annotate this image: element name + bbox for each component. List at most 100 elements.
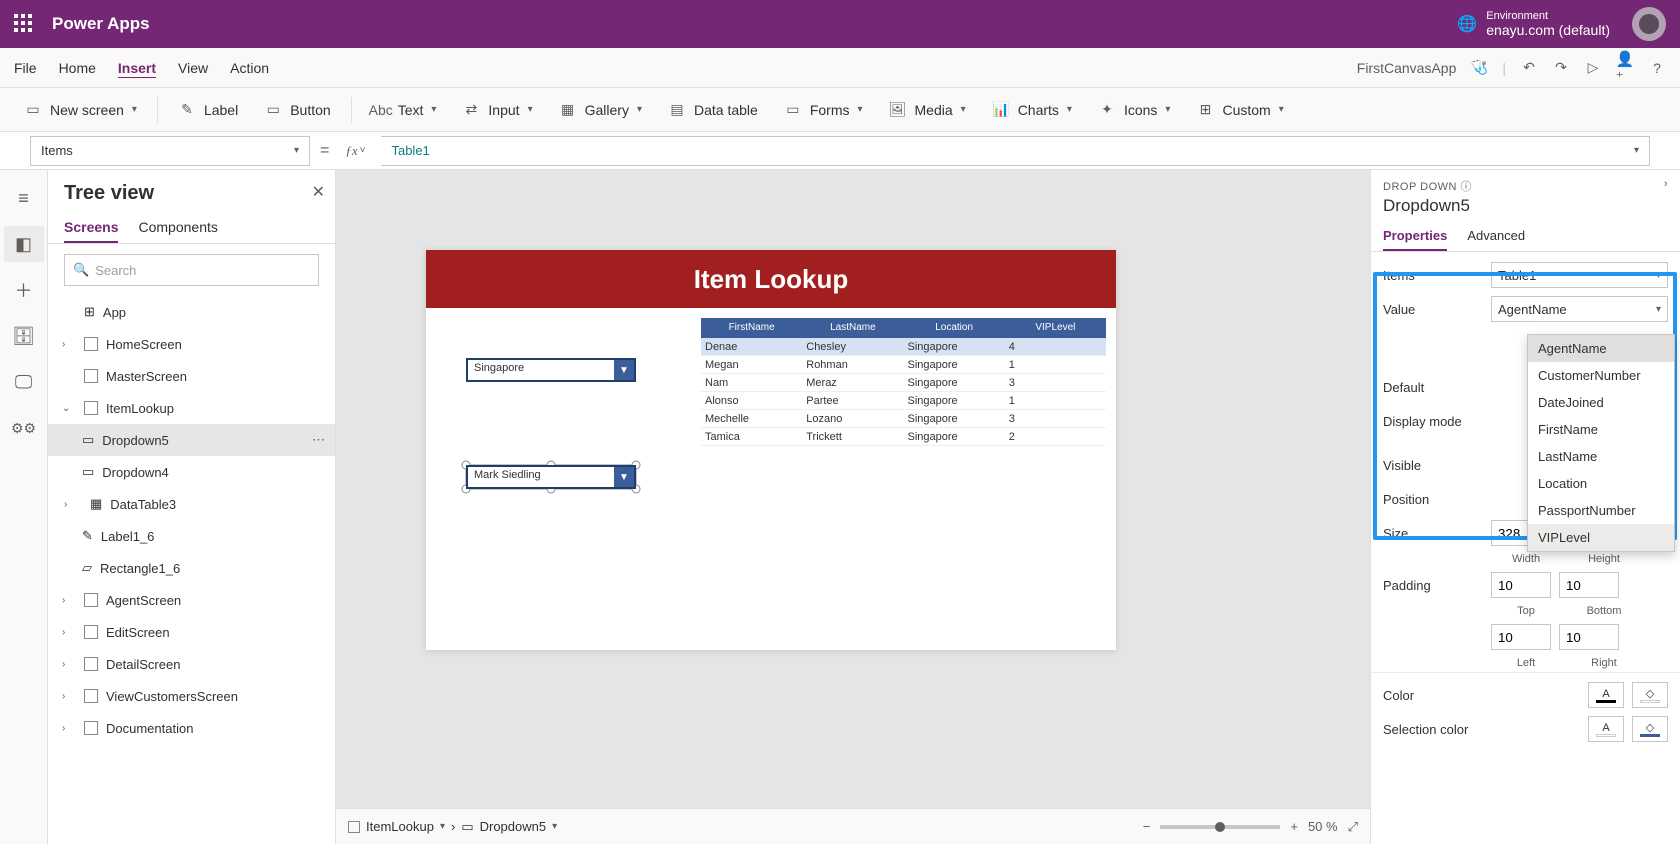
menu-file[interactable]: File [14,60,37,76]
sel-fill-color-picker[interactable]: ◇ [1632,716,1668,742]
datatable-button[interactable]: ▤Data table [658,97,768,123]
rail-data-icon[interactable]: 🗄 [4,318,44,354]
col-lastname[interactable]: LastName [802,318,903,338]
tree-label1-6[interactable]: ✎Label1_6 [48,520,335,552]
app-checker-icon[interactable]: 🩺 [1470,59,1488,77]
canvas-dropdown1[interactable]: Singapore▼ [466,358,636,382]
canvas-datatable[interactable]: FirstName LastName Location VIPLevel Den… [701,318,1106,446]
menu-action[interactable]: Action [230,60,269,76]
environment-name[interactable]: enayu.com (default) [1486,22,1610,38]
tree-editscreen[interactable]: ›EditScreen [48,616,335,648]
prop-padtop-input[interactable] [1491,572,1551,598]
zoom-level[interactable]: 50 % [1308,819,1338,834]
option-datejoined[interactable]: DateJoined [1528,389,1674,416]
rail-media-icon[interactable]: 🖵 [4,364,44,400]
option-location[interactable]: Location [1528,470,1674,497]
media-button[interactable]: 🖼Media▾ [879,97,976,123]
rail-treeview-icon[interactable]: ◧ [4,226,44,262]
text-button[interactable]: AbcText▾ [362,97,447,123]
col-firstname[interactable]: FirstName [701,318,802,338]
charts-button[interactable]: 📊Charts▾ [982,97,1082,123]
tab-components[interactable]: Components [138,213,217,243]
option-lastname[interactable]: LastName [1528,443,1674,470]
tree-itemlookup[interactable]: ⌄ItemLookup [48,392,335,424]
tab-properties[interactable]: Properties [1383,222,1447,251]
option-customernumber[interactable]: CustomerNumber [1528,362,1674,389]
col-viplevel[interactable]: VIPLevel [1005,318,1106,338]
tree-detailscreen[interactable]: ›DetailScreen [48,648,335,680]
app-launcher-icon[interactable] [14,14,34,34]
undo-icon[interactable]: ↶ [1520,59,1538,77]
fill-color-picker[interactable]: ◇ [1632,682,1668,708]
breadcrumb[interactable]: ItemLookup▾ › ▭ Dropdown5▾ [348,819,557,835]
formula-input[interactable]: Table1▾ [381,136,1650,166]
col-location[interactable]: Location [904,318,1005,338]
zoom-in-icon[interactable]: + [1290,819,1298,834]
prop-items-select[interactable]: Table1▾ [1491,262,1668,288]
value-dropdown-popup[interactable]: AgentName CustomerNumber DateJoined Firs… [1527,334,1675,552]
tree-homescreen[interactable]: ›HomeScreen [48,328,335,360]
table-row[interactable]: NamMerazSingapore3 [701,374,1106,392]
prop-padright-input[interactable] [1559,624,1619,650]
icons-button[interactable]: ✦Icons▾ [1088,97,1181,123]
prop-padbottom-input[interactable] [1559,572,1619,598]
menu-view[interactable]: View [178,60,208,76]
fit-screen-icon[interactable]: ⤢ [1348,819,1358,835]
fx-icon[interactable]: ƒx˅ [339,143,371,159]
new-screen-button[interactable]: ▭New screen▾ [14,97,147,123]
zoom-out-icon[interactable]: − [1143,819,1151,834]
forms-button[interactable]: ▭Forms▾ [774,97,873,123]
tree-documentation[interactable]: ›Documentation [48,712,335,744]
label-button[interactable]: ✎Label [168,97,248,123]
tree-agentscreen[interactable]: ›AgentScreen [48,584,335,616]
tree-dropdown5[interactable]: ▭Dropdown5⋯ [48,424,335,456]
table-row[interactable]: TamicaTrickettSingapore2 [701,428,1106,446]
property-selector[interactable]: Items▾ [30,136,310,166]
tree-dropdown4[interactable]: ▭Dropdown4 [48,456,335,488]
close-tree-icon[interactable]: ✕ [312,182,325,202]
table-row[interactable]: MechelleLozanoSingapore3 [701,410,1106,428]
menu-home[interactable]: Home [59,60,96,76]
tab-advanced[interactable]: Advanced [1467,222,1525,251]
table-row[interactable]: AlonsoParteeSingapore1 [701,392,1106,410]
option-firstname[interactable]: FirstName [1528,416,1674,443]
tree-app[interactable]: ⊞App [48,296,335,328]
app-name[interactable]: FirstCanvasApp [1357,60,1457,76]
option-passportnumber[interactable]: PassportNumber [1528,497,1674,524]
menu-insert[interactable]: Insert [118,60,156,76]
prop-padleft-input[interactable] [1491,624,1551,650]
screen-preview[interactable]: Item Lookup Singapore▼ Mark Siedling▼ Fi… [426,250,1116,650]
canvas-dropdown2-selected[interactable]: Mark Siedling▼ [466,465,636,489]
table-row[interactable]: MeganRohmanSingapore1 [701,356,1106,374]
info-icon[interactable]: ⓘ [1461,181,1473,193]
input-button[interactable]: ⇄Input▾ [452,97,542,123]
option-viplevel[interactable]: VIPLevel [1528,524,1674,551]
rail-tools-icon[interactable]: ⚙⚙ [4,410,44,446]
sel-font-color-picker[interactable]: A [1588,716,1624,742]
chevron-right-icon[interactable]: › [1664,178,1668,190]
font-color-picker[interactable]: A [1588,682,1624,708]
preview-icon[interactable]: ▷ [1584,59,1602,77]
custom-button[interactable]: ⊞Custom▾ [1186,97,1293,123]
option-agentname[interactable]: AgentName [1528,335,1674,362]
tree-viewcustomersscreen[interactable]: ›ViewCustomersScreen [48,680,335,712]
control-name[interactable]: Dropdown5 [1371,196,1680,222]
rail-insert-icon[interactable]: ＋ [4,272,44,308]
canvas[interactable]: Item Lookup Singapore▼ Mark Siedling▼ Fi… [336,170,1370,844]
gallery-button[interactable]: ▦Gallery▾ [549,97,652,123]
redo-icon[interactable]: ↷ [1552,59,1570,77]
table-row[interactable]: DenaeChesleySingapore4 [701,338,1106,356]
prop-value-select[interactable]: AgentName▾ [1491,296,1668,322]
tree-rectangle1-6[interactable]: ▱Rectangle1_6 [48,552,335,584]
tree-datatable3[interactable]: ›▦DataTable3 [48,488,335,520]
prop-visible-label: Visible [1383,458,1483,473]
tab-screens[interactable]: Screens [64,213,118,243]
zoom-slider[interactable] [1160,825,1280,829]
rail-hamburger-icon[interactable]: ≡ [4,180,44,216]
share-icon[interactable]: 👤⁺ [1616,59,1634,77]
button-button[interactable]: ▭Button [254,97,340,123]
tree-search-input[interactable]: 🔍 Search [64,254,319,286]
tree-masterscreen[interactable]: MasterScreen [48,360,335,392]
help-icon[interactable]: ? [1648,59,1666,77]
user-avatar[interactable] [1632,7,1666,41]
